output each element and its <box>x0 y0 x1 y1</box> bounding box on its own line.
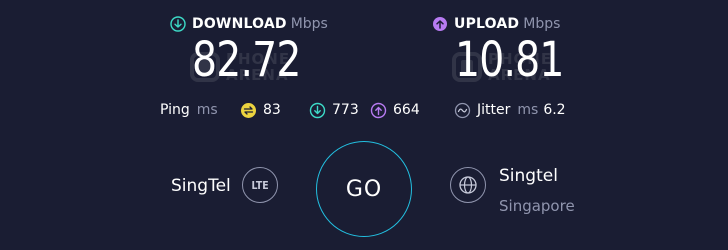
jitter-unit: ms <box>517 102 539 118</box>
upload-header: UPLOAD Mbps <box>432 14 560 34</box>
ping-idle-value: 83 <box>263 102 281 118</box>
download-arrow-icon <box>170 16 186 32</box>
server-location: Singapore <box>499 197 575 215</box>
download-latency-icon <box>309 102 326 119</box>
idle-latency-icon <box>240 102 257 119</box>
jitter-group: Jitter ms 6.2 <box>454 100 566 120</box>
ping-label: Ping <box>160 102 190 118</box>
upload-value: 10.81 <box>455 32 564 88</box>
ping-label-group: Ping ms <box>160 100 218 120</box>
jitter-value: 6.2 <box>543 102 566 118</box>
ping-download-value: 773 <box>332 102 359 118</box>
ping-upload: 664 <box>370 100 420 120</box>
ping-idle: 83 <box>240 100 281 120</box>
provider-name: SingTel <box>171 176 231 196</box>
download-label: DOWNLOAD <box>192 16 287 32</box>
jitter-icon <box>454 102 471 119</box>
jitter-label: Jitter <box>477 102 511 118</box>
download-header: DOWNLOAD Mbps <box>170 14 328 34</box>
ping-upload-value: 664 <box>393 102 420 118</box>
lte-badge-label: LTE <box>251 178 269 192</box>
upload-label: UPLOAD <box>454 16 520 32</box>
go-button-label: GO <box>345 176 383 202</box>
upload-latency-icon <box>370 102 387 119</box>
download-value: 82.72 <box>192 32 301 88</box>
ping-unit: ms <box>196 102 218 118</box>
upload-unit: Mbps <box>523 16 561 32</box>
go-button[interactable]: GO <box>316 141 412 237</box>
ping-download: 773 <box>309 100 359 120</box>
download-unit: Mbps <box>290 16 328 32</box>
server-globe-icon[interactable] <box>450 167 486 203</box>
upload-arrow-icon <box>432 16 448 32</box>
server-name[interactable]: Singtel <box>499 166 558 186</box>
lte-badge: LTE <box>242 167 278 203</box>
